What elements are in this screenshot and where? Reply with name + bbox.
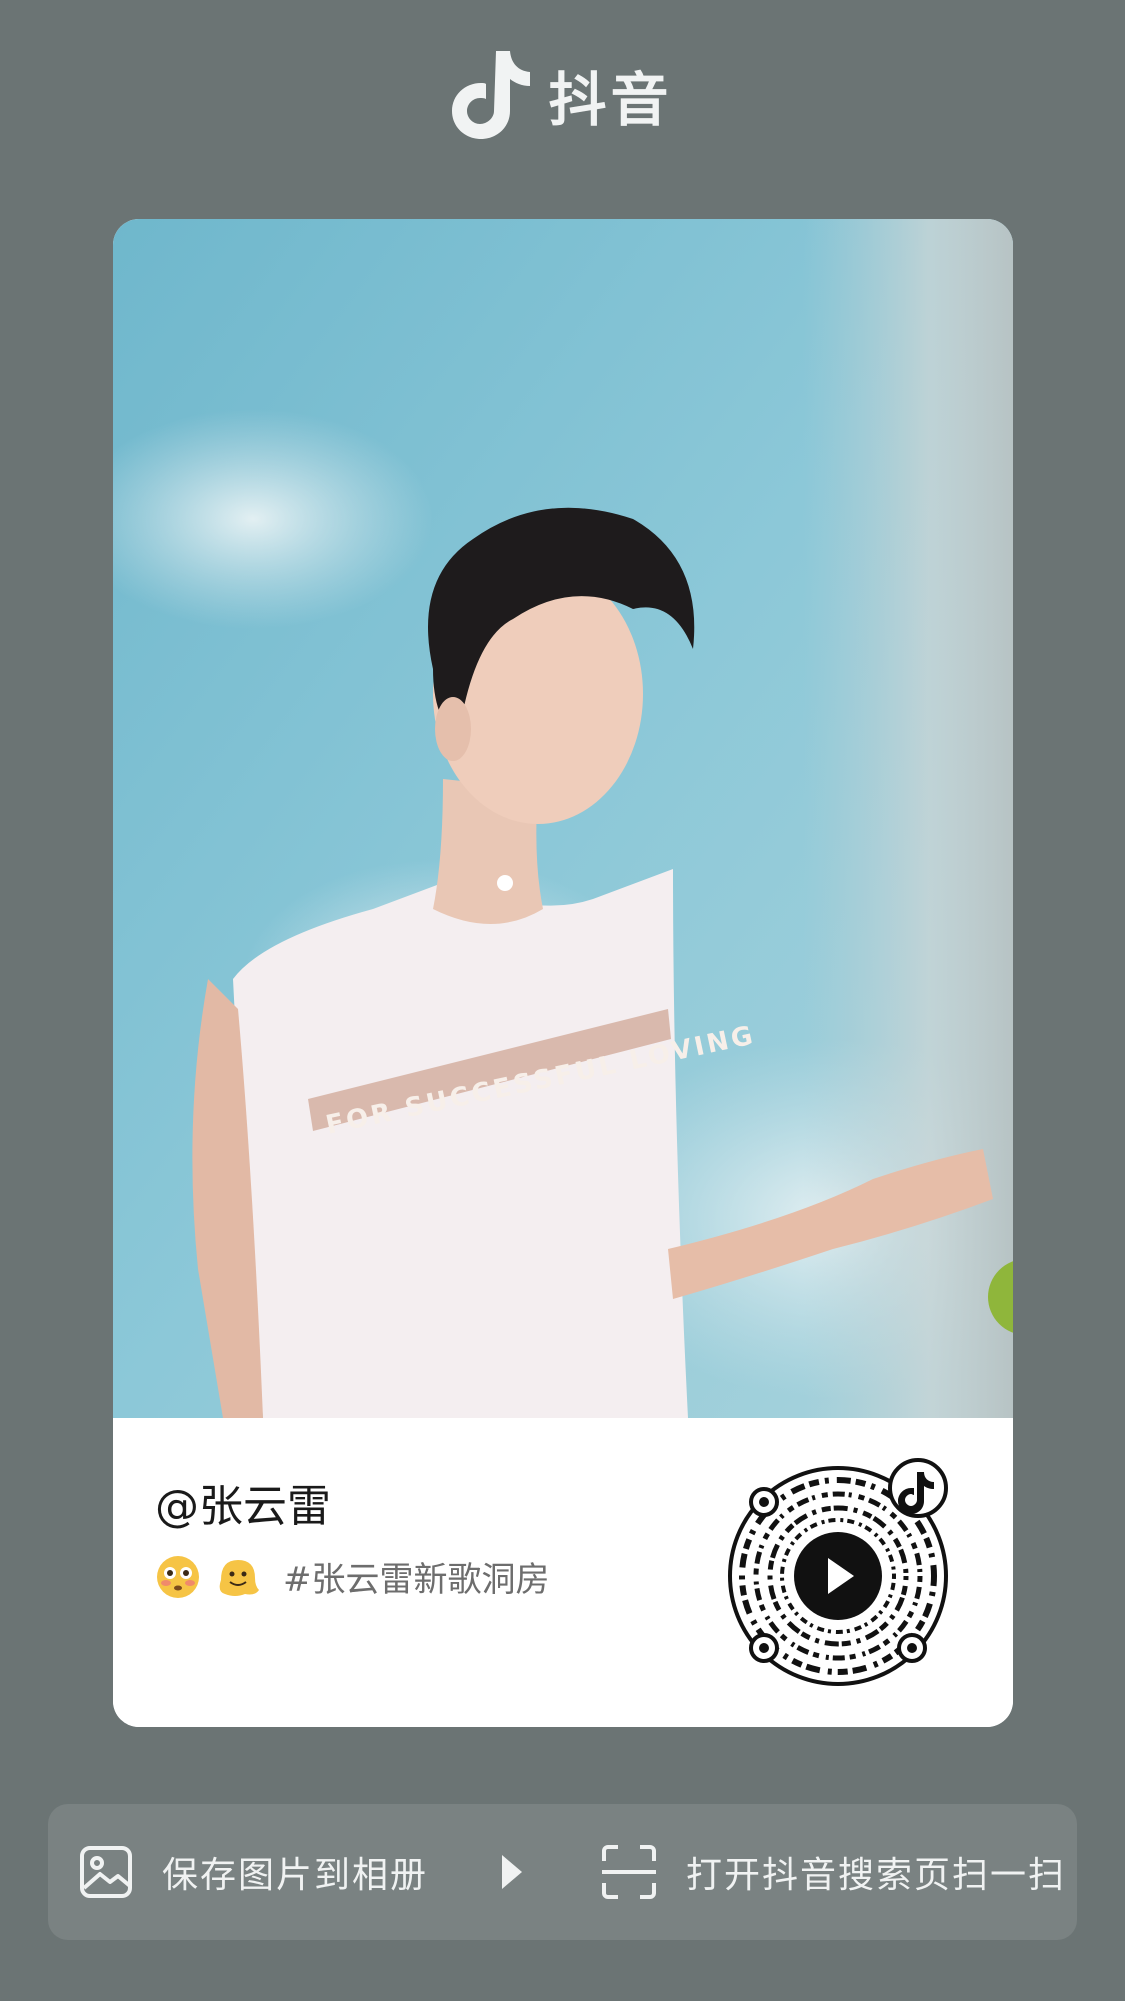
melting-face-emoji — [219, 1559, 259, 1596]
hashtag-link[interactable]: #张云雷新歌洞房 — [283, 1552, 550, 1601]
play-arrow-icon — [502, 1855, 522, 1889]
action-bar: 保存图片到相册 打开抖音搜索页扫一扫 — [48, 1804, 1077, 1940]
scan-icon — [602, 1845, 656, 1899]
brand-name: 抖音 — [548, 66, 673, 134]
app-header: 抖音 — [0, 40, 1125, 150]
scan-in-douyin-button[interactable]: 打开抖音搜索页扫一扫 — [600, 1804, 1066, 1940]
save-to-album-label: 保存图片到相册 — [162, 1855, 429, 1896]
post-caption: #张云雷新歌洞房 — [155, 1552, 550, 1601]
author-username[interactable]: @张云雷 — [155, 1470, 331, 1534]
scan-label: 打开抖音搜索页扫一扫 — [686, 1855, 1067, 1896]
flushed-face-emoji — [157, 1555, 199, 1598]
cover-photo[interactable]: FOR SUCCESSFUL LOVING — [113, 219, 1013, 1418]
post-info: @张云雷 #张云雷新歌洞房 — [113, 1418, 1013, 1727]
douyin-qr-code[interactable] — [728, 1456, 958, 1686]
douyin-logo-icon — [452, 51, 531, 139]
image-icon — [80, 1846, 132, 1898]
save-to-album-button[interactable]: 保存图片到相册 — [78, 1804, 428, 1940]
share-card: FOR SUCCESSFUL LOVING @张云雷 #张云雷新歌洞房 — [113, 219, 1013, 1727]
